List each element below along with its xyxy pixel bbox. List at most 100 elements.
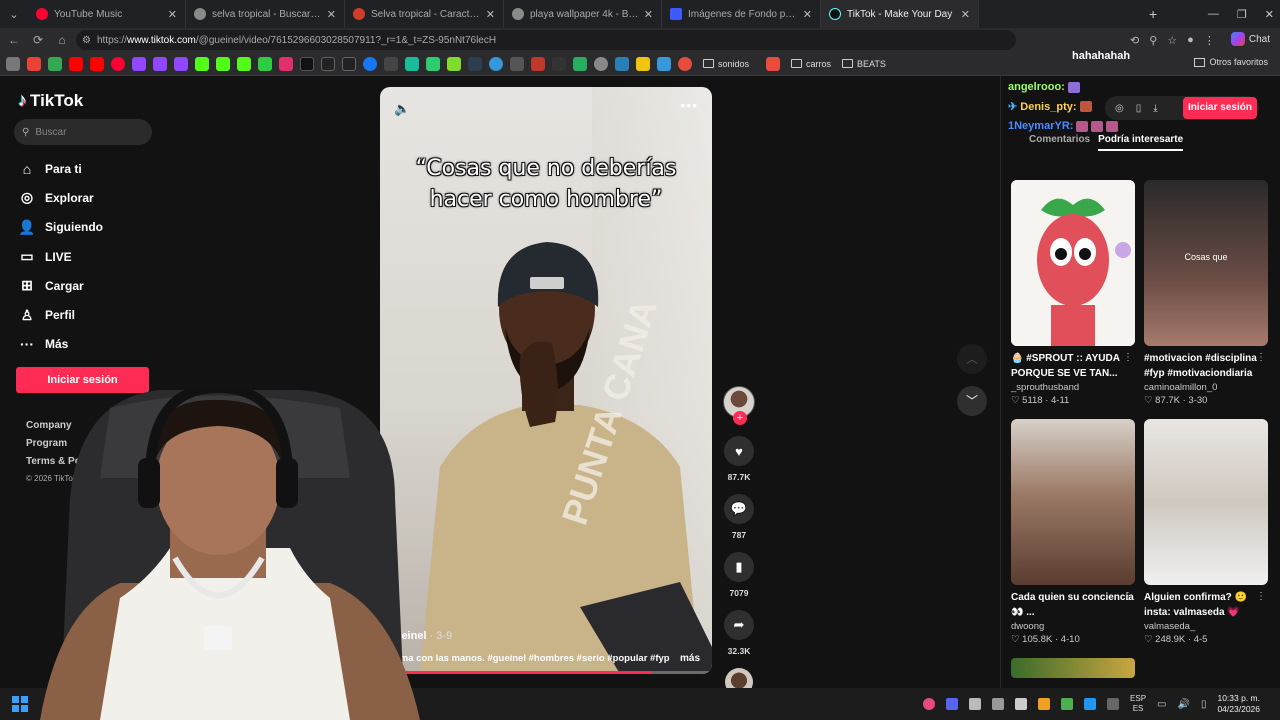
chat-button[interactable]: Chat — [1230, 32, 1270, 46]
youtube-music-icon[interactable] — [111, 56, 125, 71]
previous-video-button[interactable]: ︿ — [957, 344, 987, 374]
volume-icon[interactable]: 🔊 — [1177, 699, 1189, 710]
tab-comments[interactable]: Comentarios — [1029, 134, 1090, 151]
bookmark-icon[interactable] — [531, 56, 545, 71]
browser-tab[interactable]: Imágenes de Fondo pantalla play ✕ — [662, 0, 821, 28]
bookmark-icon[interactable] — [468, 56, 482, 71]
minimize-icon[interactable]: — — [1208, 8, 1219, 20]
bookmark-icon[interactable] — [573, 56, 587, 71]
browser-tab[interactable]: Selva tropical - Características, clim ✕ — [345, 0, 504, 28]
x-icon[interactable] — [321, 56, 335, 71]
tray-app-icon[interactable] — [923, 698, 936, 710]
twitch-icon[interactable] — [153, 56, 167, 71]
browser-tab[interactable]: YouTube Music ✕ — [28, 0, 186, 28]
save-button[interactable]: ▮ 7079 — [720, 552, 758, 598]
nav-item-para-ti[interactable]: ⌂ Para ti — [18, 154, 103, 183]
maximize-icon[interactable]: ❐ — [1237, 8, 1247, 21]
x-icon[interactable] — [342, 56, 356, 71]
close-tab-icon[interactable]: ✕ — [961, 8, 970, 21]
kick-icon[interactable] — [216, 56, 230, 71]
close-tab-icon[interactable]: ✕ — [644, 8, 653, 21]
bookmark-folder[interactable]: BEATS — [842, 59, 886, 69]
youtube-icon[interactable] — [69, 56, 83, 71]
bookmark-icon[interactable] — [657, 56, 671, 71]
apps-icon[interactable] — [6, 56, 20, 71]
url-input[interactable]: ⚙ https://www.tiktok.com/@gueinel/video/… — [76, 30, 1016, 50]
nav-item-mas[interactable]: ··· Más — [18, 330, 103, 359]
clock[interactable]: 10:33 p. m. 04/23/2026 — [1217, 693, 1260, 715]
close-tab-icon[interactable]: ✕ — [803, 8, 812, 21]
author-avatar[interactable]: + — [723, 386, 755, 425]
browser-tab[interactable]: playa wallpaper 4k - Buscar con G ✕ — [504, 0, 662, 28]
monitor-icon[interactable]: ▭ — [1157, 699, 1166, 710]
bookmark-icon[interactable] — [594, 56, 608, 71]
card-menu-icon[interactable]: ⋮ — [1123, 591, 1133, 602]
youtube-icon[interactable] — [90, 56, 104, 71]
nav-item-live[interactable]: ▭ LIVE — [18, 242, 103, 271]
tiktok-logo[interactable]: ♪ TikTok — [18, 90, 83, 111]
volume-icon[interactable]: 🔈 — [394, 101, 410, 117]
bookmark-icon[interactable] — [426, 56, 440, 71]
comment-button[interactable]: 💬 787 — [720, 494, 758, 540]
back-icon[interactable]: ← — [2, 33, 26, 47]
instagram-icon[interactable] — [279, 56, 293, 71]
bookmark-icon[interactable] — [405, 56, 419, 71]
card-menu-icon[interactable]: ⋮ — [1256, 352, 1266, 363]
next-video-button[interactable]: ﹀ — [957, 386, 987, 416]
bookmark-icon[interactable] — [678, 56, 692, 71]
recommended-video-card[interactable]: Alguien confirma? 🙂 insta: valmaseda 💗 v… — [1144, 419, 1268, 645]
reload-icon[interactable]: ⟳ — [26, 33, 50, 47]
recommended-video-card[interactable]: 🧁 #SPROUT :: AYUDA PORQUE SE VE TAN... _… — [1011, 180, 1135, 406]
recommended-video-card[interactable]: Cosas que #motivacion #disciplina #fyp #… — [1144, 180, 1268, 406]
card-user[interactable]: _sprouthusband — [1011, 382, 1135, 393]
bookmark-icon[interactable] — [552, 56, 566, 71]
folder-icon[interactable] — [510, 56, 524, 71]
bookmark-icon[interactable] — [489, 56, 503, 71]
nav-item-perfil[interactable]: ♙ Perfil — [18, 300, 103, 329]
facebook-icon[interactable] — [363, 56, 377, 71]
twitch-icon[interactable] — [174, 56, 188, 71]
more-options-icon[interactable]: ••• — [680, 97, 698, 113]
nav-item-cargar[interactable]: ⊞ Cargar — [18, 271, 103, 300]
bookmark-icon[interactable] — [447, 56, 461, 71]
follow-plus-icon[interactable]: + — [733, 411, 747, 425]
language-indicator[interactable]: ESP ES — [1130, 694, 1146, 714]
tiktok-icon[interactable] — [300, 56, 314, 71]
tray-app-icon[interactable] — [1038, 698, 1051, 710]
close-tab-icon[interactable]: ✕ — [168, 8, 177, 21]
twitch-icon[interactable] — [132, 56, 146, 71]
tray-app-icon[interactable] — [969, 698, 982, 710]
recommended-video-card[interactable]: Cada quien su conciencia 👀 ... dwoong ♡ … — [1011, 419, 1135, 645]
card-menu-icon[interactable]: ⋮ — [1256, 591, 1266, 602]
bookmark-folder[interactable]: sonidos — [703, 59, 749, 69]
tray-app-icon[interactable] — [1084, 698, 1097, 710]
search-input[interactable]: ⚲ Buscar — [14, 119, 152, 145]
share-button[interactable]: ➦ 32.3K — [720, 610, 758, 656]
microphone-icon[interactable] — [1107, 698, 1120, 710]
browser-tab[interactable]: selva tropical - Buscar con Google ✕ — [186, 0, 345, 28]
close-tab-icon[interactable]: ✕ — [327, 8, 336, 21]
nav-item-siguiendo[interactable]: 👤 Siguiendo — [18, 213, 103, 242]
home-icon[interactable]: ⌂ — [50, 33, 74, 47]
card-user[interactable]: caminoalmillon_0 — [1144, 382, 1268, 393]
download-icon[interactable] — [384, 56, 398, 71]
tab-list-icon[interactable]: ⌄ — [0, 0, 28, 28]
close-window-icon[interactable]: ✕ — [1265, 8, 1274, 21]
tray-app-icon[interactable] — [1015, 698, 1028, 710]
browser-tab-active[interactable]: TikTok - Make Your Day ✕ — [821, 0, 979, 28]
tray-app-icon[interactable] — [1061, 698, 1074, 710]
drive-icon[interactable] — [48, 56, 62, 71]
bookmark-folder[interactable]: carros — [791, 59, 831, 69]
gmail-icon[interactable] — [27, 56, 41, 71]
kick-icon[interactable] — [258, 56, 272, 71]
battery-icon[interactable]: ▯ — [1201, 699, 1207, 710]
kick-icon[interactable] — [195, 56, 209, 71]
card-user[interactable]: dwoong — [1011, 621, 1135, 632]
next-card-thumbnail[interactable] — [1011, 658, 1135, 678]
nav-item-explorar[interactable]: ◎ Explorar — [18, 183, 103, 212]
bookmark-icon[interactable] — [615, 56, 629, 71]
card-user[interactable]: valmaseda_ — [1144, 621, 1268, 632]
discord-icon[interactable] — [946, 698, 959, 710]
tab-might-interest[interactable]: Podría interesarte — [1098, 134, 1184, 151]
bookmark-icon[interactable] — [636, 56, 650, 71]
